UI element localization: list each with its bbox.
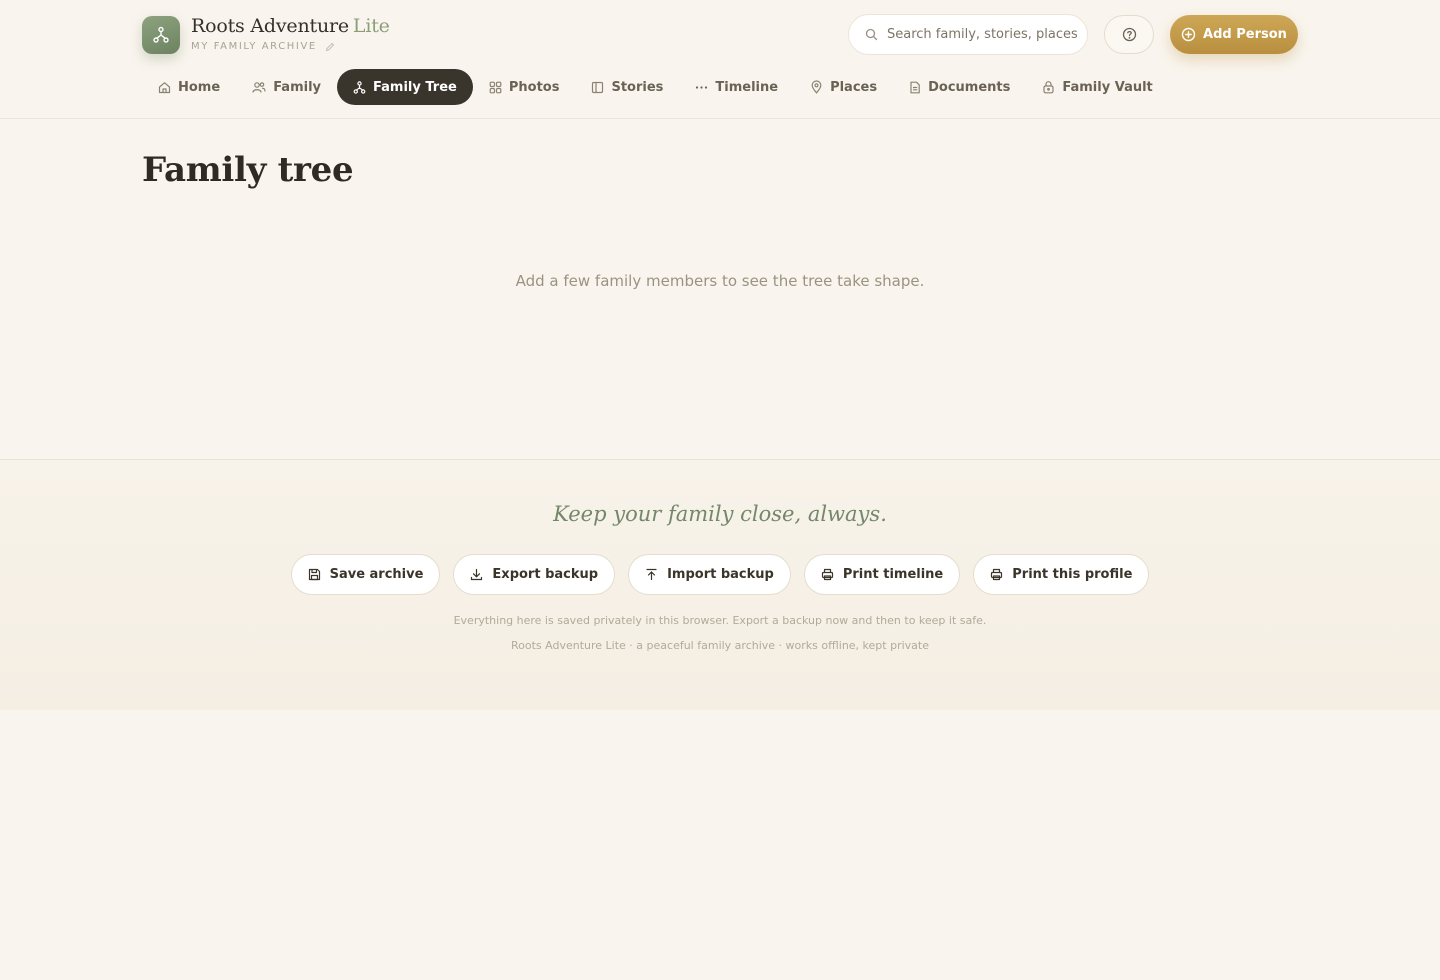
app-title-suffix: Lite	[352, 15, 390, 37]
nav-label: Family	[273, 79, 322, 95]
nav-item-photos[interactable]: Photos	[473, 69, 576, 105]
nav-item-documents[interactable]: Documents	[893, 69, 1026, 105]
help-button[interactable]	[1104, 15, 1154, 54]
privacy-note: Everything here is saved privately in th…	[453, 614, 987, 627]
nav-label: Timeline	[715, 79, 779, 95]
add-person-button[interactable]: Add Person	[1170, 15, 1298, 54]
print-profile-button[interactable]: Print this profile	[973, 554, 1150, 595]
search-input[interactable]	[887, 27, 1077, 42]
home-icon	[158, 81, 171, 93]
nav-item-timeline[interactable]: Timeline	[679, 69, 794, 105]
action-label: Print this profile	[1012, 567, 1133, 582]
nav-item-family-tree[interactable]: Family Tree	[337, 69, 473, 105]
export-backup-button[interactable]: Export backup	[453, 554, 616, 595]
book-icon	[592, 81, 604, 93]
app-footer: Keep your family close, always. Save arc…	[0, 459, 1440, 710]
footer-actions: Save archive Export backup Import backup…	[0, 554, 1440, 595]
app-header: Roots AdventureLite MY FAMILY ARCHIVE Ad…	[0, 0, 1440, 119]
nav-label: Family Tree	[373, 79, 457, 95]
add-person-label: Add Person	[1203, 27, 1287, 42]
main-nav: Home Family Family Tree Photos Stories T…	[142, 69, 1169, 105]
empty-state-message: Add a few family members to see the tree…	[515, 272, 925, 290]
print-timeline-button[interactable]: Print timeline	[803, 554, 961, 595]
pencil-icon[interactable]	[325, 42, 335, 52]
download-icon	[471, 568, 483, 581]
upload-icon	[646, 568, 657, 581]
search-icon	[865, 28, 878, 41]
nav-item-home[interactable]: Home	[142, 69, 236, 105]
nav-item-family-vault[interactable]: Family Vault	[1026, 69, 1168, 105]
nav-label: Documents	[928, 79, 1011, 95]
nav-item-places[interactable]: Places	[794, 69, 893, 105]
action-label: Export backup	[492, 567, 599, 582]
document-icon	[910, 81, 920, 93]
people-icon	[252, 81, 266, 93]
tree-logo-icon	[142, 16, 180, 54]
archive-name[interactable]: MY FAMILY ARCHIVE	[191, 41, 390, 52]
nav-label: Photos	[508, 79, 560, 95]
printer-icon	[991, 568, 1003, 581]
tree-icon	[353, 80, 366, 94]
nav-item-family[interactable]: Family	[236, 69, 337, 105]
footer-tagline: Keep your family close, always.	[553, 502, 887, 526]
nav-label: Home	[178, 79, 221, 95]
pin-icon	[811, 80, 822, 94]
import-backup-button[interactable]: Import backup	[628, 554, 791, 595]
archive-name-label: MY FAMILY ARCHIVE	[191, 41, 317, 52]
printer-icon	[821, 568, 833, 581]
grid-icon	[489, 81, 502, 93]
save-icon	[308, 568, 320, 581]
dots-icon	[696, 85, 708, 89]
lock-icon	[1043, 81, 1054, 94]
page-title: Family tree	[142, 150, 354, 190]
app-title: Roots Adventure Lite	[191, 15, 390, 37]
plus-circle-icon	[1181, 27, 1196, 42]
nav-item-stories[interactable]: Stories	[575, 69, 679, 105]
action-label: Save archive	[329, 567, 424, 582]
footer-credit: Roots Adventure Lite · a peaceful family…	[511, 639, 929, 652]
nav-label: Stories	[611, 79, 664, 95]
action-label: Print timeline	[842, 567, 944, 582]
nav-label: Family Vault	[1062, 79, 1153, 95]
help-icon	[1122, 27, 1136, 42]
search-box[interactable]	[848, 14, 1088, 55]
action-label: Import backup	[667, 567, 774, 582]
nav-label: Places	[830, 79, 878, 95]
brand[interactable]: Roots Adventure Lite MY FAMILY ARCHIVE	[142, 16, 390, 54]
save-archive-button[interactable]: Save archive	[290, 554, 441, 595]
